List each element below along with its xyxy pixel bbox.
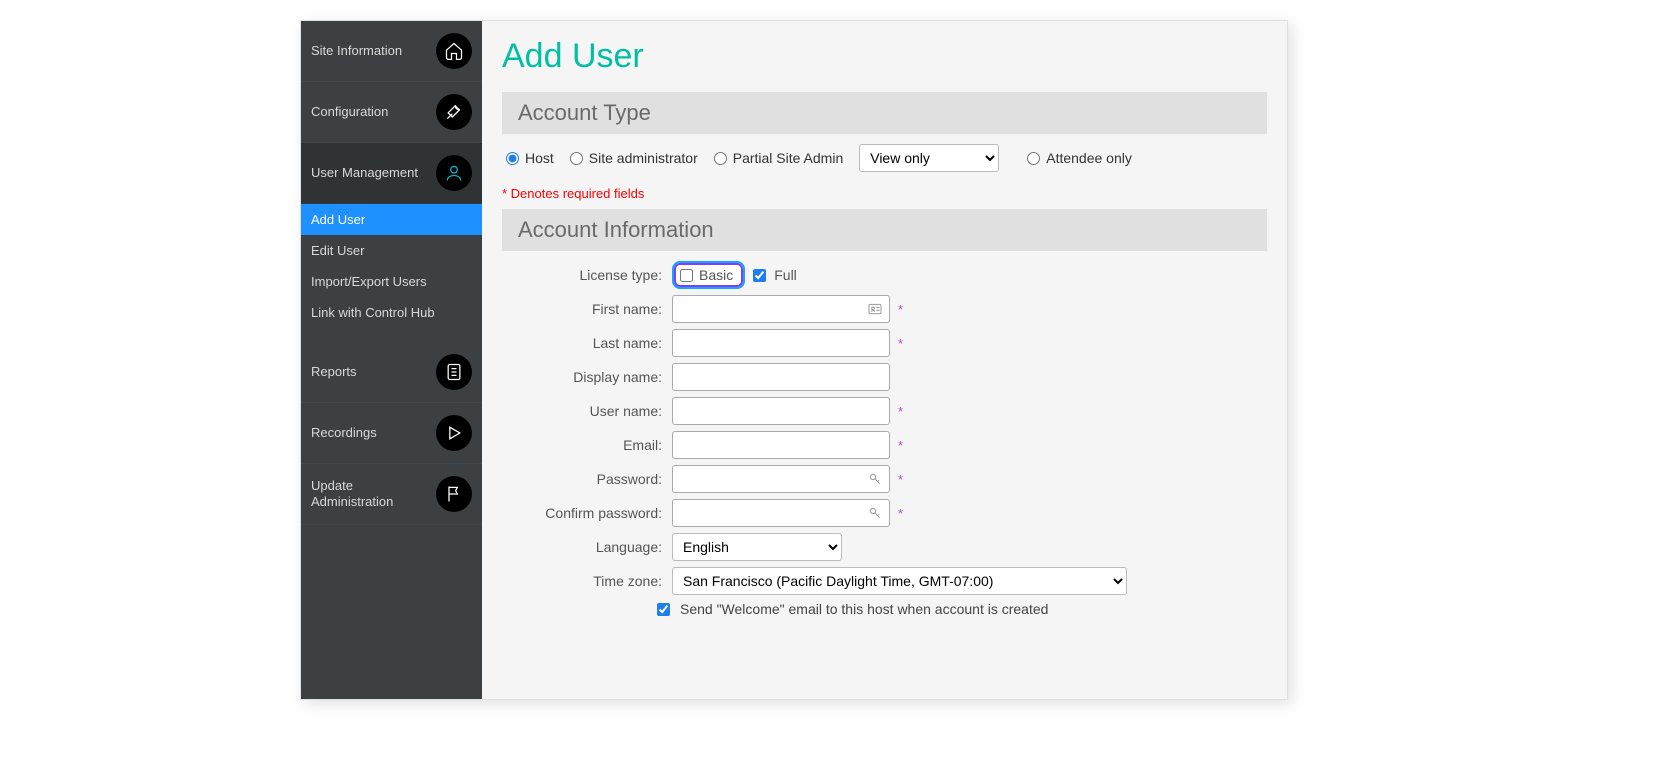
checkbox-send-welcome[interactable] xyxy=(657,603,670,616)
last-name-input[interactable] xyxy=(672,329,890,357)
sidebar: Site Information Configuration User Mana… xyxy=(301,21,482,699)
form-label-language: Language: xyxy=(502,539,672,555)
license-basic-label: Basic xyxy=(699,267,733,283)
required-fields-note: * Denotes required fields xyxy=(502,186,1267,201)
sidebar-item-reports[interactable]: Reports xyxy=(301,342,482,403)
account-type-row: Host Site administrator Partial Site Adm… xyxy=(506,144,1263,172)
sidebar-item-user-management[interactable]: User Management xyxy=(301,143,482,204)
form-label-last-name: Last name: xyxy=(502,335,672,351)
user-name-input[interactable] xyxy=(672,397,890,425)
sidebar-label-update-administration: Update Administration xyxy=(311,478,430,511)
form-label-license-type: License type: xyxy=(502,267,672,283)
password-input-wrap xyxy=(672,465,890,493)
language-select[interactable]: English xyxy=(672,533,842,561)
form-row-confirm-password: Confirm password: * xyxy=(502,499,1267,527)
form-row-password: Password: * xyxy=(502,465,1267,493)
page-title: Add User xyxy=(502,37,1267,76)
sidebar-label-reports: Reports xyxy=(311,364,430,380)
form-field-user-name: * xyxy=(672,397,903,425)
confirm-password-input-wrap xyxy=(672,499,890,527)
sidebar-label-site-information: Site Information xyxy=(311,43,430,59)
document-icon xyxy=(436,354,472,390)
form-field-password: * xyxy=(672,465,903,493)
form-label-user-name: User name: xyxy=(502,403,672,419)
time-zone-select[interactable]: San Francisco (Pacific Daylight Time, GM… xyxy=(672,567,1127,595)
sidebar-item-site-information[interactable]: Site Information xyxy=(301,21,482,82)
password-input[interactable] xyxy=(672,465,890,493)
sidebar-item-recordings[interactable]: Recordings xyxy=(301,403,482,464)
partial-site-admin-select[interactable]: View only xyxy=(859,144,999,172)
form-field-language: English xyxy=(672,533,842,561)
form-row-first-name: First name: * xyxy=(502,295,1267,323)
form-field-first-name: * xyxy=(672,295,903,323)
form-field-license-type: Basic Full xyxy=(672,261,797,289)
radio-label-attendee-only: Attendee only xyxy=(1046,150,1132,166)
confirm-password-input[interactable] xyxy=(672,499,890,527)
sidebar-item-configuration[interactable]: Configuration xyxy=(301,82,482,143)
checkbox-license-full[interactable] xyxy=(753,269,766,282)
form-label-email: Email: xyxy=(502,437,672,453)
radio-site-administrator[interactable] xyxy=(570,152,583,165)
form-row-language: Language: English xyxy=(502,533,1267,561)
sidebar-label-configuration: Configuration xyxy=(311,104,430,120)
radio-option-host[interactable]: Host xyxy=(506,150,554,166)
email-input[interactable] xyxy=(672,431,890,459)
radio-label-host: Host xyxy=(525,150,554,166)
form-label-first-name: First name: xyxy=(502,301,672,317)
home-icon xyxy=(436,33,472,69)
form-field-last-name: * xyxy=(672,329,903,357)
sidebar-subitem-add-user[interactable]: Add User xyxy=(301,204,482,235)
required-star-confirm-password: * xyxy=(898,506,903,521)
form-row-license-type: License type: Basic Full xyxy=(502,261,1267,289)
required-star-first-name: * xyxy=(898,302,903,317)
radio-label-site-administrator: Site administrator xyxy=(589,150,698,166)
form-label-confirm-password: Confirm password: xyxy=(502,505,672,521)
app-shell: Site Information Configuration User Mana… xyxy=(300,20,1288,700)
required-star-email: * xyxy=(898,438,903,453)
sidebar-label-user-management: User Management xyxy=(311,165,430,181)
main-content: Add User Account Type Host Site administ… xyxy=(482,21,1287,699)
form-label-display-name: Display name: xyxy=(502,369,672,385)
section-header-account-information: Account Information xyxy=(502,209,1267,251)
sidebar-subitem-edit-user[interactable]: Edit User xyxy=(301,235,482,266)
form-field-display-name xyxy=(672,363,890,391)
sidebar-subitem-link-control-hub[interactable]: Link with Control Hub xyxy=(301,297,482,328)
form-row-time-zone: Time zone: San Francisco (Pacific Daylig… xyxy=(502,567,1267,595)
checkbox-license-basic[interactable] xyxy=(680,269,693,282)
radio-option-partial-site-admin[interactable]: Partial Site Admin xyxy=(714,150,844,166)
sidebar-subitem-import-export[interactable]: Import/Export Users xyxy=(301,266,482,297)
send-welcome-label: Send "Welcome" email to this host when a… xyxy=(680,601,1048,617)
radio-host[interactable] xyxy=(506,152,519,165)
section-header-account-type: Account Type xyxy=(502,92,1267,134)
required-star-password: * xyxy=(898,472,903,487)
tools-icon xyxy=(436,94,472,130)
form-field-email: * xyxy=(672,431,903,459)
form-row-email: Email: * xyxy=(502,431,1267,459)
first-name-input-wrap xyxy=(672,295,890,323)
form-row-user-name: User name: * xyxy=(502,397,1267,425)
form-field-time-zone: San Francisco (Pacific Daylight Time, GM… xyxy=(672,567,1127,595)
user-icon xyxy=(436,155,472,191)
form-label-password: Password: xyxy=(502,471,672,487)
form-row-last-name: Last name: * xyxy=(502,329,1267,357)
send-welcome-row: Send "Welcome" email to this host when a… xyxy=(657,601,1267,617)
form-row-display-name: Display name: xyxy=(502,363,1267,391)
license-basic-highlight: Basic xyxy=(672,261,745,289)
radio-option-attendee-only[interactable]: Attendee only xyxy=(1027,150,1132,166)
radio-attendee-only[interactable] xyxy=(1027,152,1040,165)
required-star-last-name: * xyxy=(898,336,903,351)
display-name-input[interactable] xyxy=(672,363,890,391)
play-icon xyxy=(436,415,472,451)
first-name-input[interactable] xyxy=(672,295,890,323)
license-full-label: Full xyxy=(774,267,797,283)
form-label-time-zone: Time zone: xyxy=(502,573,672,589)
required-star-user-name: * xyxy=(898,404,903,419)
radio-partial-site-admin[interactable] xyxy=(714,152,727,165)
form-field-confirm-password: * xyxy=(672,499,903,527)
radio-option-site-administrator[interactable]: Site administrator xyxy=(570,150,698,166)
sidebar-label-recordings: Recordings xyxy=(311,425,430,441)
flag-icon xyxy=(436,476,472,512)
sidebar-item-update-administration[interactable]: Update Administration xyxy=(301,464,482,525)
radio-label-partial-site-admin: Partial Site Admin xyxy=(733,150,844,166)
